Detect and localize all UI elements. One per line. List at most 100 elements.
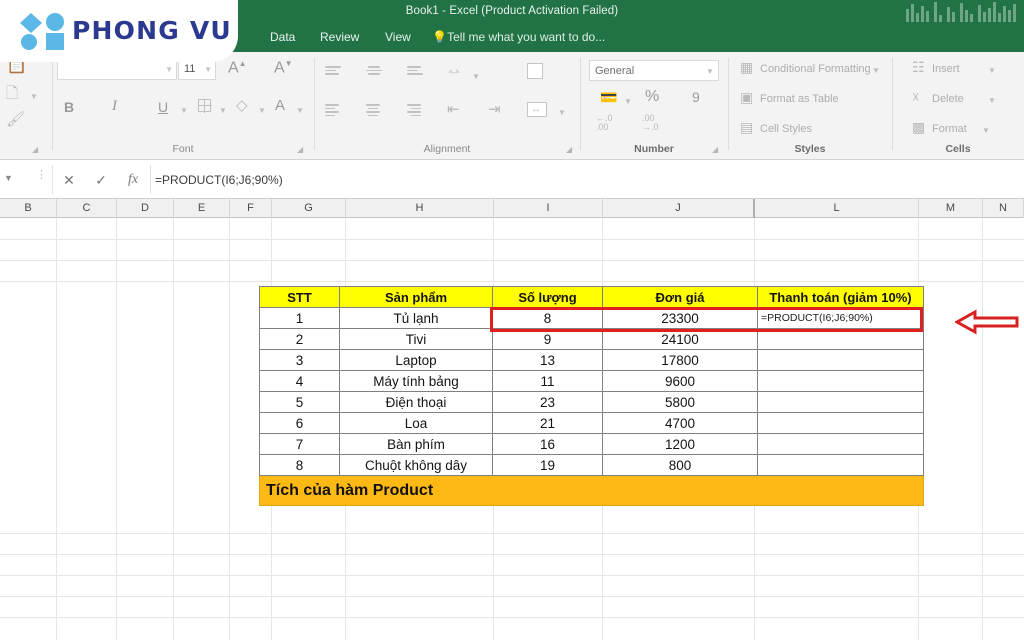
cell-stt[interactable]: 7	[259, 433, 340, 455]
cell-total[interactable]	[757, 433, 924, 455]
format-caret-icon[interactable]: ▼	[982, 126, 990, 135]
header-price[interactable]: Đơn giá	[602, 286, 758, 308]
table-row[interactable]: 1 Tủ lạnh 8 23300 =PRODUCT(I6;J6;90%)	[259, 307, 924, 329]
cell-price[interactable]: 1200	[602, 433, 758, 455]
font-color-icon[interactable]: A	[275, 98, 285, 113]
cell-total[interactable]	[757, 412, 924, 434]
alignment-dialog-launcher[interactable]: ◢	[566, 145, 572, 154]
cell-stt[interactable]: 8	[259, 454, 340, 476]
accounting-caret-icon[interactable]: ▼	[624, 97, 632, 106]
increase-indent-icon[interactable]: ⇥	[488, 102, 501, 117]
table-row[interactable]: 4 Máy tính bảng 11 9600	[259, 370, 924, 392]
cell-price[interactable]: 9600	[602, 370, 758, 392]
column-header-e[interactable]: E	[174, 199, 230, 218]
fill-color-caret-icon[interactable]: ▼	[258, 106, 266, 115]
cell-styles-label[interactable]: Cell Styles	[760, 123, 812, 135]
clipboard-dialog-launcher[interactable]: ◢	[32, 145, 38, 154]
tab-data[interactable]: Data	[270, 22, 295, 52]
header-product[interactable]: Sản phẩm	[339, 286, 493, 308]
align-middle-icon[interactable]	[366, 66, 382, 77]
orientation-icon[interactable]: ⥎	[448, 64, 460, 79]
conditional-formatting-caret-icon[interactable]: ▼	[872, 66, 880, 75]
table-footer-row[interactable]: Tích của hàm Product	[259, 475, 924, 506]
copy-icon[interactable]: 🗋	[6, 86, 18, 101]
cell-product[interactable]: Chuột không dây	[339, 454, 493, 476]
delete-label[interactable]: Delete	[932, 93, 964, 105]
decrease-indent-icon[interactable]: ⇤	[447, 102, 460, 117]
column-header-h[interactable]: H	[346, 199, 494, 218]
cell-total[interactable]	[757, 328, 924, 350]
table-row[interactable]: 2 Tivi 9 24100	[259, 328, 924, 350]
header-qty[interactable]: Số lượng	[492, 286, 603, 308]
conditional-formatting-label[interactable]: Conditional Formatting	[760, 63, 871, 75]
table-row[interactable]: 5 Điện thoại 23 5800	[259, 391, 924, 413]
cell-price[interactable]: 4700	[602, 412, 758, 434]
column-header-j[interactable]: J	[603, 199, 755, 218]
cell-qty[interactable]: 11	[492, 370, 603, 392]
italic-button[interactable]: I	[112, 99, 117, 114]
bold-button[interactable]: B	[64, 100, 74, 114]
table-row[interactable]: 6 Loa 21 4700	[259, 412, 924, 434]
cell-product[interactable]: Loa	[339, 412, 493, 434]
align-bottom-icon[interactable]	[407, 66, 423, 77]
comma-style-icon[interactable]: 9	[692, 90, 700, 104]
cell-stt[interactable]: 2	[259, 328, 340, 350]
cell-product[interactable]: Điện thoại	[339, 391, 493, 413]
column-header-g[interactable]: G	[272, 199, 346, 218]
format-as-table-label[interactable]: Format as Table	[760, 93, 839, 105]
column-header-n[interactable]: N	[983, 199, 1024, 218]
shrink-font-icon[interactable]: A▼	[274, 60, 293, 76]
tab-review[interactable]: Review	[320, 22, 359, 52]
table-row[interactable]: 8 Chuột không dây 19 800	[259, 454, 924, 476]
cell-styles-icon[interactable]: ▤	[740, 120, 753, 134]
format-label[interactable]: Format	[932, 123, 967, 135]
cell-stt[interactable]: 1	[259, 307, 340, 329]
header-total[interactable]: Thanh toán (giảm 10%)	[757, 286, 924, 308]
format-painter-icon[interactable]: 🖌	[6, 112, 25, 127]
cell-qty[interactable]: 16	[492, 433, 603, 455]
cell-total[interactable]	[757, 370, 924, 392]
cell-qty[interactable]: 8	[492, 307, 603, 329]
orientation-caret-icon[interactable]: ▼	[472, 72, 480, 81]
insert-function-icon[interactable]: fx	[120, 169, 146, 191]
borders-caret-icon[interactable]: ▼	[219, 106, 227, 115]
conditional-formatting-icon[interactable]: ▦	[740, 60, 753, 74]
formula-bar-handle[interactable]: ⋮	[36, 170, 47, 181]
insert-caret-icon[interactable]: ▼	[988, 66, 996, 75]
cell-price[interactable]: 5800	[602, 391, 758, 413]
cell-qty[interactable]: 9	[492, 328, 603, 350]
delete-cells-icon[interactable]: ☓	[912, 90, 919, 104]
align-left-icon[interactable]	[325, 104, 341, 118]
column-header-f[interactable]: F	[230, 199, 272, 218]
column-header-i[interactable]: I	[494, 199, 603, 218]
align-right-icon[interactable]	[407, 104, 423, 118]
cell-product[interactable]: Máy tính bảng	[339, 370, 493, 392]
tell-me-box[interactable]: 💡 Tell me what you want to do...	[432, 22, 605, 52]
column-header-d[interactable]: D	[117, 199, 174, 218]
cell-price[interactable]: 800	[602, 454, 758, 476]
insert-cells-icon[interactable]: ☷	[912, 60, 925, 74]
font-color-caret-icon[interactable]: ▼	[296, 106, 304, 115]
table-row[interactable]: 7 Bàn phím 16 1200	[259, 433, 924, 455]
header-stt[interactable]: STT	[259, 286, 340, 308]
insert-label[interactable]: Insert	[932, 63, 960, 75]
enter-formula-icon[interactable]: ✓	[88, 169, 114, 191]
format-as-table-icon[interactable]: ▣	[740, 90, 753, 104]
align-center-icon[interactable]	[366, 104, 382, 118]
cancel-formula-icon[interactable]: ✕	[56, 169, 82, 191]
cell-qty[interactable]: 13	[492, 349, 603, 371]
cell-qty[interactable]: 19	[492, 454, 603, 476]
align-top-icon[interactable]	[325, 66, 341, 77]
merge-caret-icon[interactable]: ▼	[558, 108, 566, 117]
cell-price[interactable]: 23300	[602, 307, 758, 329]
decrease-decimal-icon[interactable]: .00 →.0	[642, 114, 659, 132]
underline-button[interactable]: U	[158, 100, 168, 114]
font-dialog-launcher[interactable]: ◢	[297, 145, 303, 154]
font-size-input[interactable]: 11 ▼	[178, 60, 216, 80]
cell-stt[interactable]: 3	[259, 349, 340, 371]
borders-icon[interactable]	[198, 99, 212, 113]
cell-total[interactable]	[757, 349, 924, 371]
cell-product[interactable]: Laptop	[339, 349, 493, 371]
number-format-select[interactable]: General	[589, 60, 719, 81]
cell-product[interactable]: Bàn phím	[339, 433, 493, 455]
